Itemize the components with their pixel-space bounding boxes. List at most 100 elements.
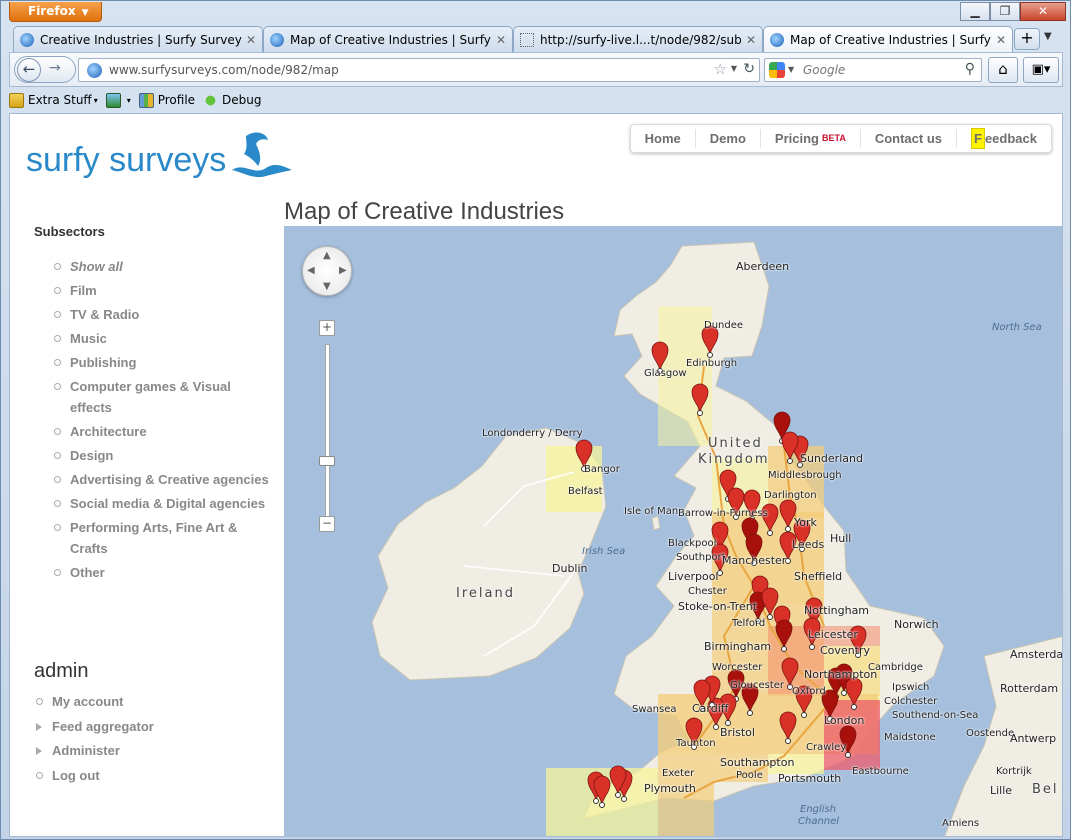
place-label: Aberdeen	[736, 260, 790, 273]
minimize-button[interactable]: ▁	[960, 2, 990, 21]
nav-pricing-label: Pricing	[774, 131, 819, 146]
search-engine-dropdown-icon[interactable]: ▼	[788, 65, 794, 74]
search-placeholder: Google	[803, 63, 846, 77]
place-label: Stoke-on-Trent	[678, 600, 758, 613]
google-icon[interactable]	[769, 62, 785, 78]
new-tab-button[interactable]: +	[1014, 28, 1040, 50]
pan-down-icon[interactable]: ▼	[323, 281, 331, 292]
back-arrow-icon[interactable]: ←	[17, 58, 41, 82]
bookmark-label: Debug	[222, 93, 262, 107]
firefox-menu-button[interactable]: Firefox ▼	[9, 2, 102, 22]
subsector-link-tv-radio[interactable]: TV & Radio	[54, 304, 274, 325]
subsector-list: Show all Film TV & Radio Music Publishin…	[54, 256, 274, 586]
search-bar[interactable]: ▼ Google ⚲	[764, 58, 982, 82]
place-label: Cardiff	[692, 702, 729, 715]
list-all-tabs-icon[interactable]: ▼	[1044, 31, 1052, 42]
subsector-link-architecture[interactable]: Architecture	[54, 421, 274, 442]
city-dot	[785, 738, 791, 744]
subsector-link-social-digital[interactable]: Social media & Digital agencies	[54, 493, 274, 514]
subsector-link-games-vfx[interactable]: Computer games & Visual effects	[54, 376, 274, 418]
place-label: Nottingham	[804, 604, 870, 617]
search-icon[interactable]: ⚲	[965, 61, 975, 77]
subsector-link-film[interactable]: Film	[54, 280, 274, 301]
nav-contact[interactable]: Contact us	[861, 129, 957, 148]
subsector-link-design[interactable]: Design	[54, 445, 274, 466]
subsector-link-other[interactable]: Other	[54, 562, 274, 583]
admin-link-feed-aggregator[interactable]: Feed aggregator	[36, 715, 154, 740]
chevron-down-icon: ▾	[126, 95, 131, 105]
close-tab-icon[interactable]: ✕	[496, 33, 506, 47]
place-label: Eastbourne	[852, 766, 909, 777]
place-label: Southport	[676, 552, 726, 563]
bookmark-image-menu[interactable]: ▾	[105, 92, 131, 108]
close-tab-icon[interactable]: ✕	[746, 33, 756, 47]
subsector-link-publishing[interactable]: Publishing	[54, 352, 274, 373]
site-identity-icon[interactable]	[87, 63, 102, 78]
admin-link-my-account[interactable]: My account	[36, 690, 154, 715]
surfy-favicon-icon	[770, 32, 784, 47]
zoom-slider-track[interactable]	[325, 344, 330, 522]
subsector-link-music[interactable]: Music	[54, 328, 274, 349]
place-label: London	[824, 714, 865, 727]
close-tab-icon[interactable]: ✕	[246, 33, 256, 47]
place-label: Dublin	[552, 562, 588, 575]
address-bar[interactable]: www.surfysurveys.com/node/982/map ☆ ▼ ↻	[78, 58, 760, 82]
tab-creative-industries[interactable]: Creative Industries | Surfy Surveys ✕	[13, 26, 263, 52]
country-label: Kingdom	[698, 452, 770, 467]
tab-surfy-live[interactable]: http://surfy-live.l...t/node/982/sub/325…	[513, 26, 763, 52]
admin-menu: My account Feed aggregator Administer Lo…	[36, 690, 154, 788]
feedback-initial: F	[971, 128, 985, 149]
close-window-button[interactable]: ✕	[1020, 2, 1066, 21]
place-label: Sheffield	[794, 570, 843, 583]
reload-icon[interactable]: ↻	[743, 61, 755, 77]
place-label: Liverpool	[668, 570, 719, 583]
pan-up-icon[interactable]: ▲	[323, 250, 331, 261]
tab-map-active[interactable]: Map of Creative Industries | Surfy Sur..…	[763, 26, 1013, 52]
place-label: York	[794, 516, 817, 529]
tab-strip: Creative Industries | Surfy Surveys ✕ Ma…	[13, 26, 1013, 52]
place-label: Birmingham	[704, 640, 772, 653]
forward-arrow-icon[interactable]: →	[49, 60, 61, 76]
sea-label: North Sea	[992, 322, 1042, 333]
close-tab-icon[interactable]: ✕	[996, 33, 1006, 47]
history-dropdown-icon[interactable]: ▼	[731, 64, 737, 73]
city-dot	[781, 646, 787, 652]
tab-map-1[interactable]: Map of Creative Industries | Surfy Sur..…	[263, 26, 513, 52]
bookmark-extra-stuff[interactable]: Extra Stuff ▾	[9, 92, 98, 108]
city-dot	[593, 798, 599, 804]
subsector-link-advertising[interactable]: Advertising & Creative agencies	[54, 469, 274, 490]
city-dot	[697, 410, 703, 416]
admin-link-administer[interactable]: Administer	[36, 739, 154, 764]
place-label: Blackpool	[668, 538, 717, 549]
bookmark-star-icon[interactable]: ☆	[714, 60, 727, 78]
zoom-out-button[interactable]: −	[319, 516, 335, 532]
pan-right-icon[interactable]: ▶	[339, 265, 347, 276]
pan-left-icon[interactable]: ◀	[307, 265, 315, 276]
map-viewport[interactable]: ▲ ▼ ◀ ▶ + − Aberdeen Dundee Glasgow Edin…	[284, 226, 1062, 836]
url-host: www.surfysurveys.com	[109, 63, 248, 77]
place-label: Isle of Man	[624, 506, 679, 517]
tab-title: Map of Creative Industries | Surfy Sur..…	[790, 32, 992, 47]
chevron-down-icon: ▾	[93, 95, 98, 105]
nav-feedback[interactable]: Feedback	[957, 128, 1051, 149]
city-dot	[841, 690, 847, 696]
nav-demo[interactable]: Demo	[696, 129, 761, 148]
pan-control[interactable]: ▲ ▼ ◀ ▶	[302, 246, 352, 296]
bookmark-profile[interactable]: Profile	[138, 92, 195, 108]
nav-pricing[interactable]: Pricing BETA	[761, 129, 861, 148]
zoom-slider-thumb[interactable]	[319, 456, 335, 466]
maximize-button[interactable]: ❐	[990, 2, 1020, 21]
zoom-in-button[interactable]: +	[319, 320, 335, 336]
subsector-link-performing-arts[interactable]: Performing Arts, Fine Art & Crafts	[54, 517, 274, 559]
nav-home[interactable]: Home	[631, 129, 696, 148]
admin-link-log-out[interactable]: Log out	[36, 764, 154, 789]
place-label: Bangor	[584, 464, 620, 475]
extension-menu-icon[interactable]: ▣▾	[1023, 57, 1059, 83]
navigation-toolbar: ← → www.surfysurveys.com/node/982/map ☆ …	[9, 52, 1063, 87]
bookmark-debug[interactable]: Debug	[203, 92, 262, 108]
city-dot	[787, 458, 793, 464]
home-icon[interactable]: ⌂	[988, 57, 1018, 83]
tab-title: Creative Industries | Surfy Surveys	[40, 32, 242, 47]
subsector-link-show-all[interactable]: Show all	[54, 256, 274, 277]
site-logo[interactable]: surfy surveys	[26, 130, 294, 180]
